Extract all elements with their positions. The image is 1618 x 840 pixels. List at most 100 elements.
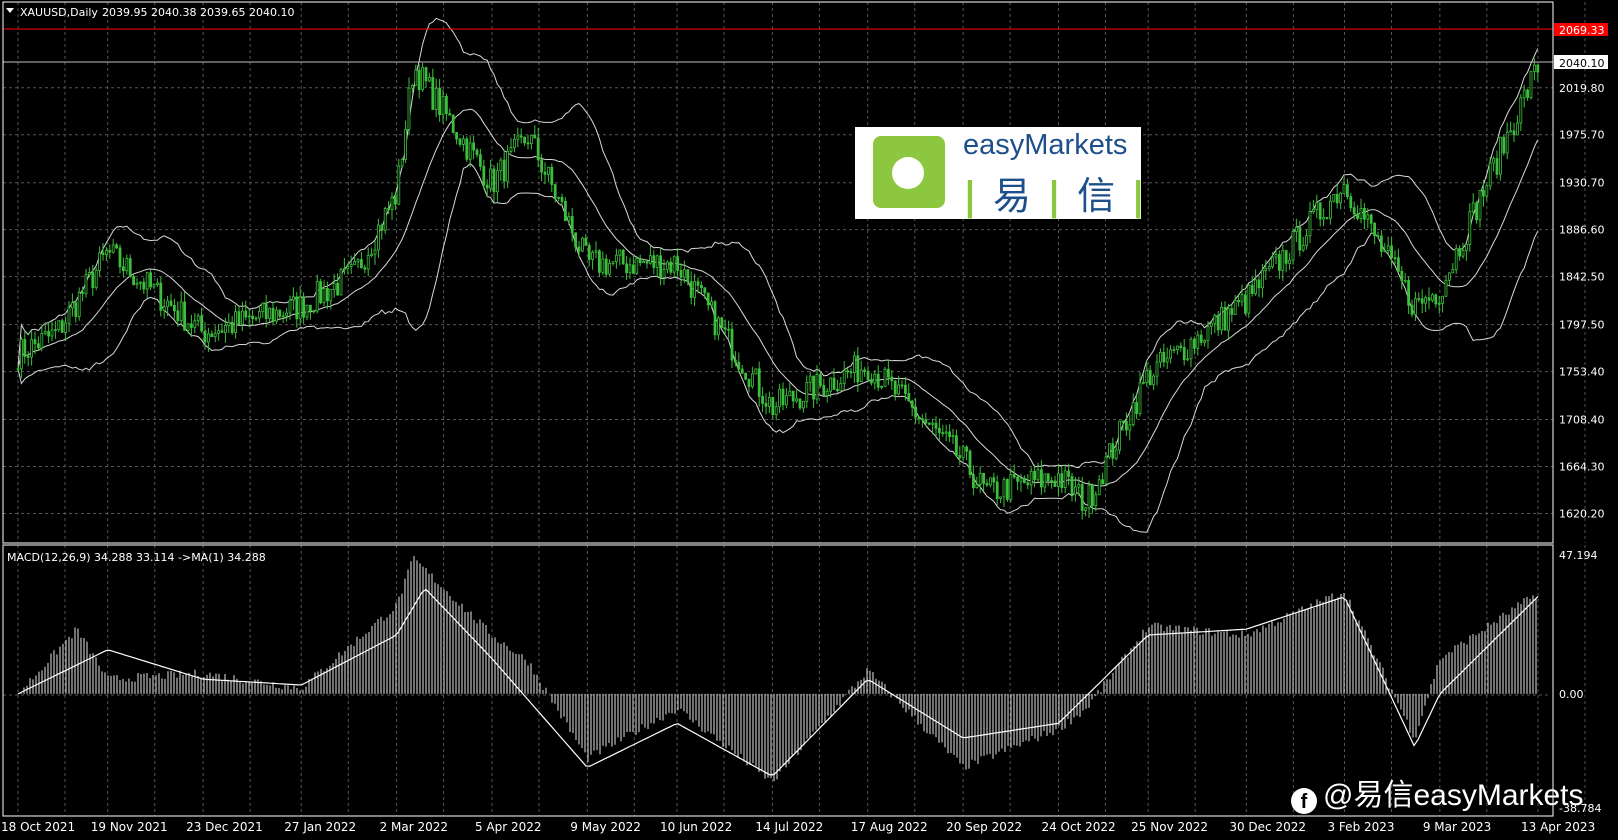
current-price-label: 2040.10 (1559, 57, 1605, 70)
candle-body (376, 224, 380, 251)
candle-body (839, 382, 843, 392)
candle-body (186, 323, 190, 331)
candle-body (1305, 235, 1308, 246)
candle-body (917, 416, 921, 420)
candle-body (1233, 299, 1237, 315)
candle-body (628, 264, 632, 274)
candle-body (958, 455, 962, 458)
candle-body (285, 312, 289, 317)
candle-body (1509, 130, 1512, 133)
candle-body (924, 419, 928, 424)
candle-body (502, 159, 506, 182)
candle-body (1142, 381, 1145, 384)
candle-body (67, 307, 71, 324)
candle-body (1067, 470, 1070, 477)
candle-body (305, 304, 309, 318)
candle-body (383, 208, 387, 231)
candle-body (1505, 131, 1509, 154)
candle-body (1019, 477, 1023, 482)
candle-body (118, 247, 122, 268)
candle-body (948, 431, 951, 437)
candle-body (101, 252, 105, 255)
candle-body (1227, 308, 1230, 331)
candle-body (727, 328, 730, 331)
candle-body (921, 418, 924, 421)
candle-body (417, 69, 421, 91)
candle-body (1070, 476, 1074, 495)
candle-body (122, 266, 125, 272)
candle-body (1274, 254, 1278, 258)
candle-body (625, 263, 628, 274)
chart-canvas[interactable]: 2019.80 1975.70 1930.70 1886.60 1842.50 1797.… (0, 0, 1618, 840)
candle-body (1050, 480, 1053, 483)
candle-body (893, 380, 897, 395)
candle-body (441, 96, 445, 116)
candle-body (740, 368, 744, 374)
candle-body (747, 378, 751, 387)
candle-body (183, 301, 187, 331)
candle-body (519, 135, 523, 138)
candle-body (547, 166, 550, 175)
candle-body (1135, 402, 1138, 415)
candle-body (1356, 213, 1359, 219)
candle-body (536, 137, 540, 161)
candle-body (1077, 484, 1081, 488)
candle-body (356, 259, 360, 263)
candle-body (461, 138, 465, 145)
date-tick-label: 5 Apr 2022 (475, 820, 542, 834)
candle-body (1101, 479, 1104, 485)
candle-body (1199, 334, 1203, 343)
candle-body (210, 333, 214, 338)
candle-body (645, 261, 649, 264)
candle-body (489, 168, 493, 189)
candle-body (1373, 222, 1376, 237)
candle-body (509, 147, 513, 152)
candle-body (621, 249, 625, 265)
candle-body (1012, 474, 1016, 478)
price-tick-label: 1930.70 (1559, 177, 1605, 190)
candle-body (1016, 476, 1019, 482)
candle-body (842, 370, 846, 384)
candle-body (781, 388, 785, 406)
candle-body (492, 168, 496, 193)
candle-body (1366, 214, 1370, 220)
price-tick-label: 1797.50 (1559, 319, 1605, 332)
candle-body (560, 197, 564, 202)
candle-body (387, 208, 391, 210)
candle-body (805, 382, 809, 402)
candle-body (274, 309, 278, 322)
candle-body (938, 427, 941, 434)
candle-body (1121, 420, 1125, 423)
date-tick-label: 19 Nov 2021 (91, 820, 168, 834)
candle-body (359, 259, 363, 269)
candle-body (43, 331, 47, 334)
candle-body (689, 281, 693, 298)
candle-body (1281, 250, 1285, 271)
candle-body (717, 317, 720, 336)
candle-body (400, 159, 404, 167)
candle-body (761, 396, 764, 404)
candle-body (594, 250, 598, 253)
candle-body (1403, 280, 1407, 282)
candle-body (1359, 208, 1363, 219)
price-tick-label: 1708.40 (1559, 414, 1605, 427)
candle-body (138, 281, 142, 284)
candle-body (975, 484, 979, 489)
candle-body (672, 256, 676, 273)
candle-body (1533, 64, 1536, 72)
candle-body (550, 166, 554, 185)
candle-body (649, 255, 652, 264)
candle-body (662, 268, 666, 278)
candle-body (655, 255, 659, 268)
candle-body (111, 244, 115, 253)
candle-body (1074, 486, 1077, 495)
candle-body (393, 196, 397, 205)
candle-body (444, 96, 448, 114)
candle-body (1468, 211, 1472, 245)
candle-body (1526, 89, 1529, 98)
candle-body (94, 270, 98, 288)
candle-body (1427, 297, 1431, 301)
watermark: f @易信easyMarkets (1291, 770, 1584, 814)
candle-body (325, 287, 329, 302)
candle-body (540, 159, 543, 173)
